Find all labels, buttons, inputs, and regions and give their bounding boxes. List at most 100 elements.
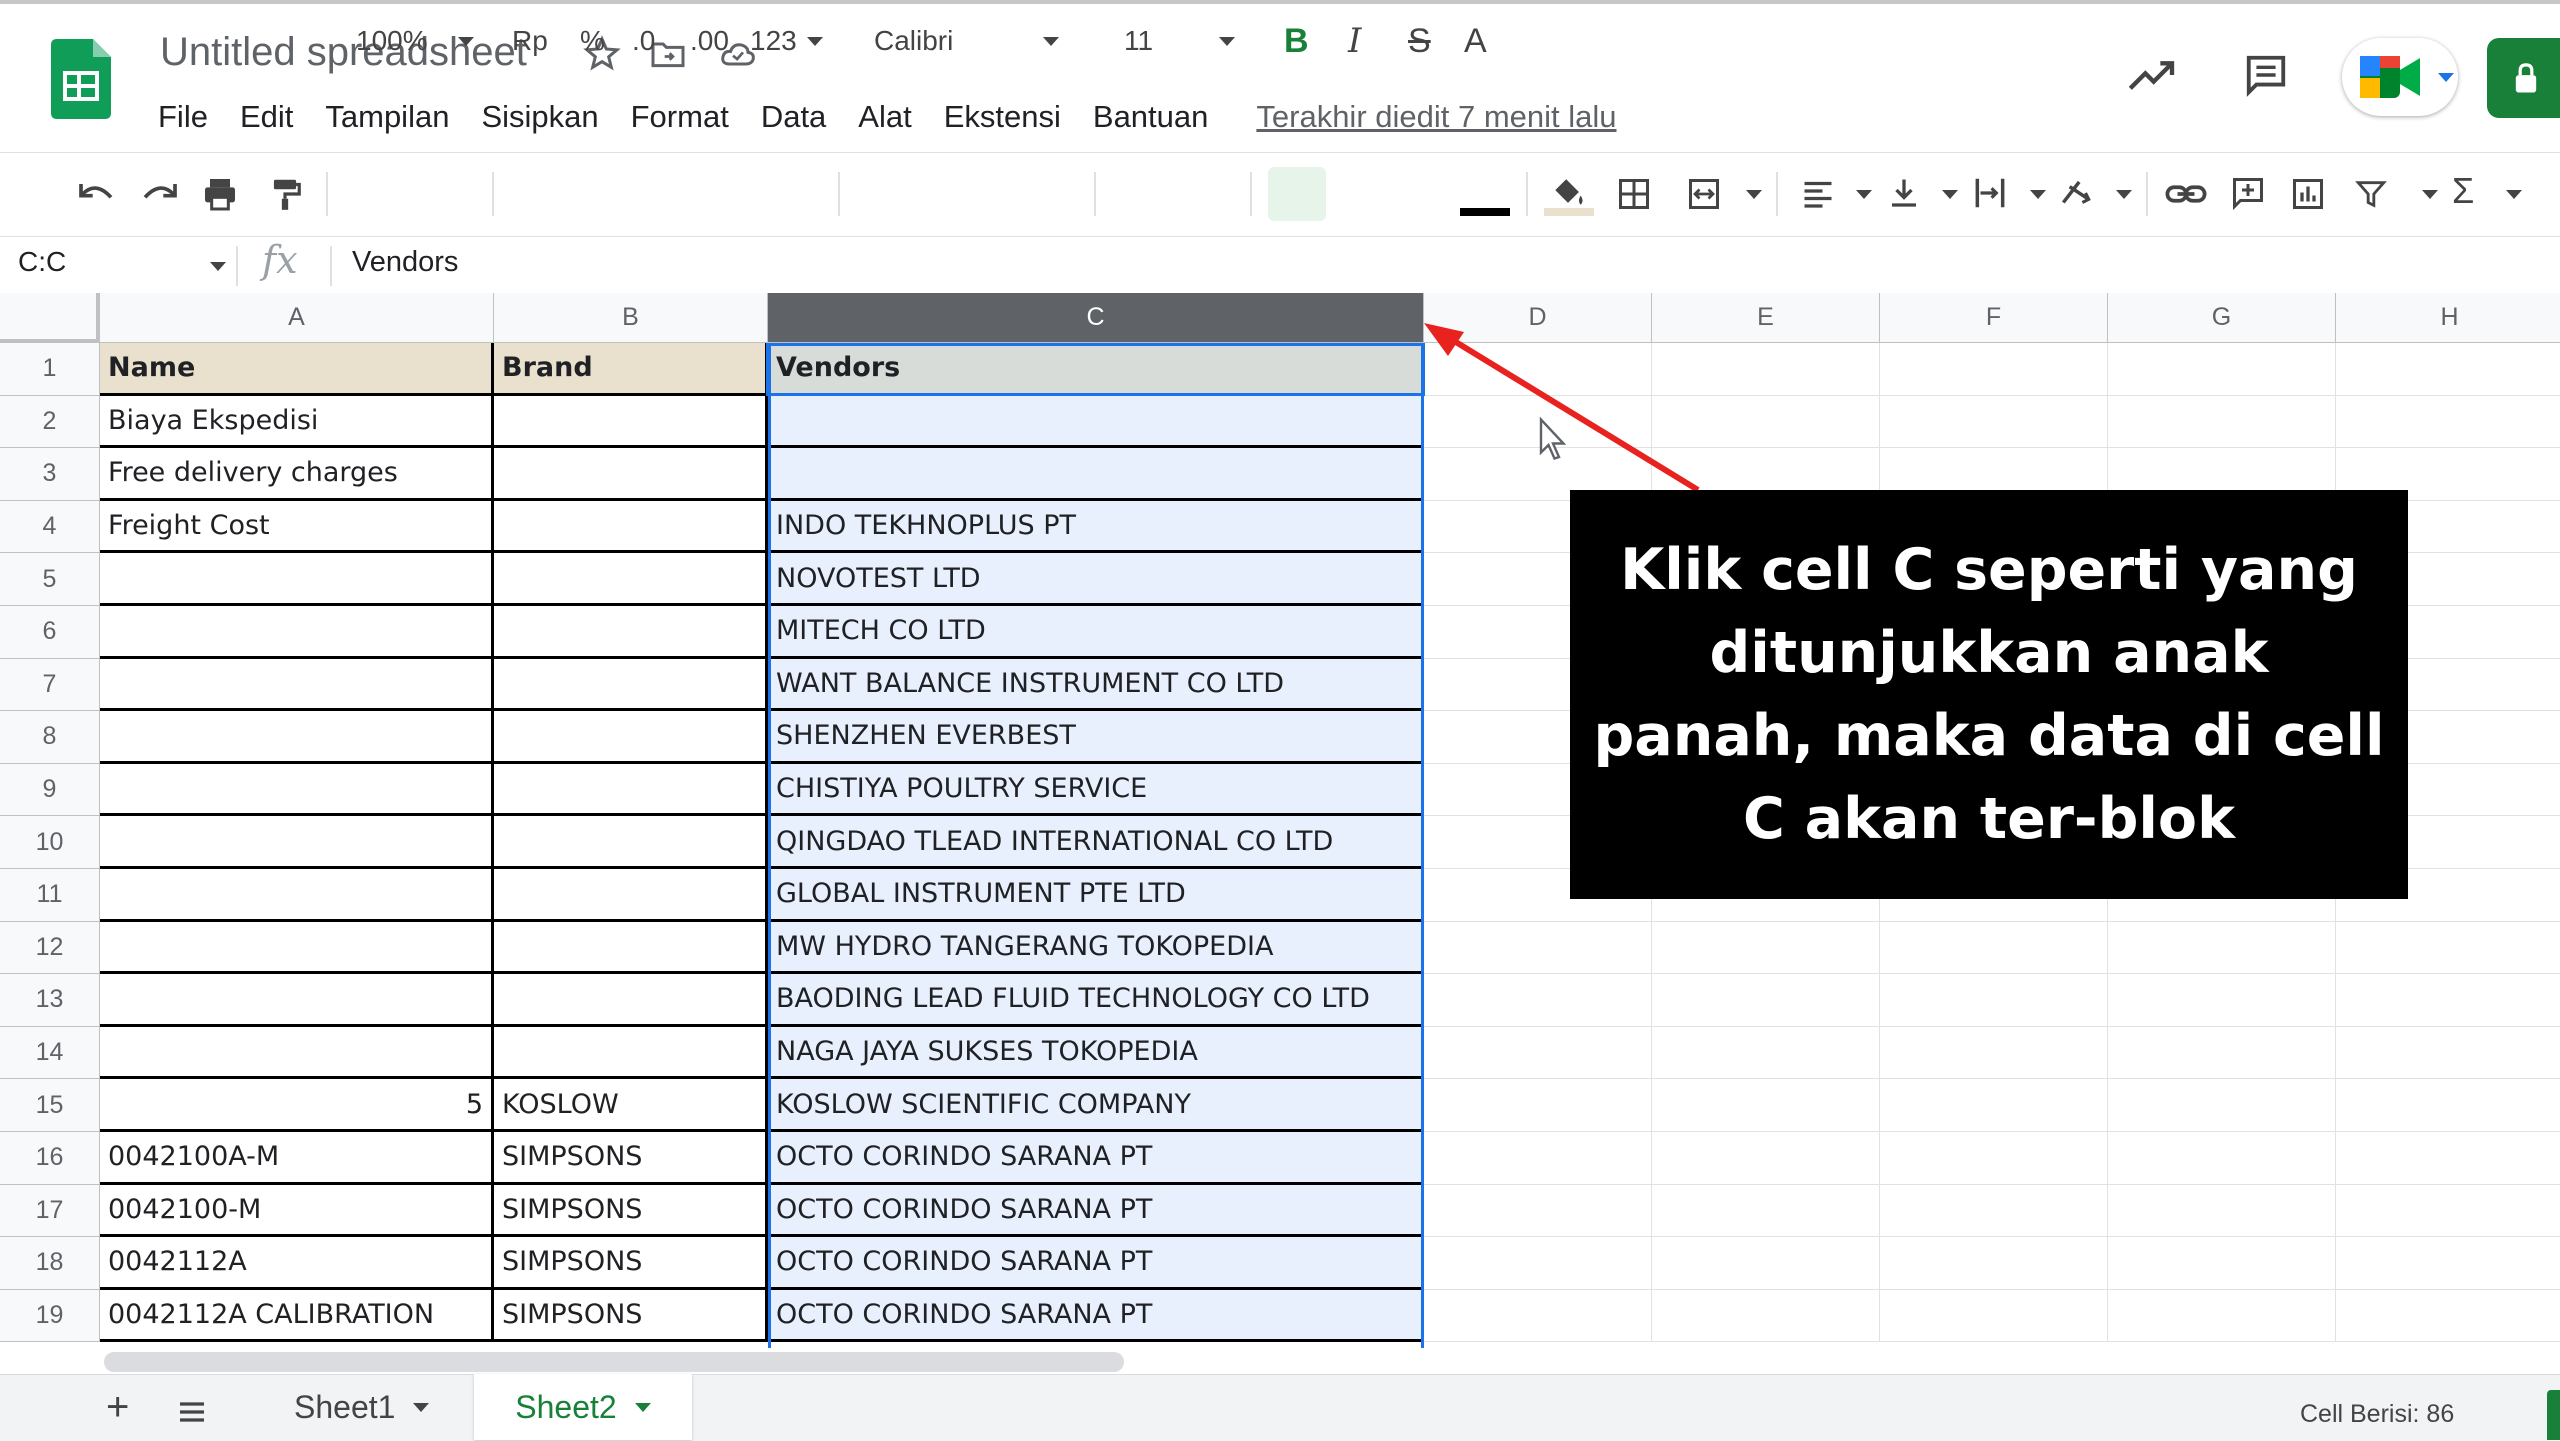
cell-d12[interactable] bbox=[1424, 921, 1652, 975]
borders-icon[interactable] bbox=[1616, 176, 1652, 212]
menu-help[interactable]: Bantuan bbox=[1093, 99, 1209, 135]
cell-h19[interactable] bbox=[2336, 1290, 2560, 1343]
row-header[interactable]: 10 bbox=[0, 816, 100, 869]
cell-f17[interactable] bbox=[1880, 1184, 2108, 1238]
select-all-corner[interactable] bbox=[0, 293, 100, 343]
cell-a12[interactable] bbox=[100, 921, 494, 975]
row-header[interactable]: 6 bbox=[0, 606, 100, 659]
cell-b2[interactable] bbox=[494, 395, 768, 449]
column-header-a[interactable]: A bbox=[100, 293, 494, 343]
cell-g2[interactable] bbox=[2108, 395, 2336, 449]
menu-tools[interactable]: Alat bbox=[858, 99, 911, 135]
row-header[interactable]: 14 bbox=[0, 1026, 100, 1080]
cell-f15[interactable] bbox=[1880, 1079, 2108, 1132]
zoom-select[interactable]: 100% bbox=[356, 0, 474, 82]
cell-f18[interactable] bbox=[1880, 1237, 2108, 1290]
cell-e12[interactable] bbox=[1652, 921, 1880, 975]
activity-trend-icon[interactable] bbox=[2127, 55, 2177, 95]
text-rotation-caret-icon[interactable] bbox=[2116, 190, 2132, 199]
paint-format-icon[interactable] bbox=[266, 174, 304, 214]
cell-e19[interactable] bbox=[1652, 1289, 1880, 1343]
comment-history-icon[interactable] bbox=[2243, 52, 2289, 98]
insert-link-icon[interactable] bbox=[2164, 176, 2208, 212]
cell-g1[interactable] bbox=[2108, 343, 2336, 396]
cell-h13[interactable] bbox=[2336, 974, 2560, 1027]
tab-sheet1[interactable]: Sheet1 bbox=[294, 1374, 430, 1440]
cell-b10[interactable] bbox=[494, 816, 768, 869]
cell-f2[interactable] bbox=[1880, 395, 2108, 449]
cell-c3[interactable] bbox=[768, 448, 1424, 501]
cell-b19[interactable]: SIMPSONS bbox=[494, 1289, 768, 1343]
row-header[interactable]: 11 bbox=[0, 869, 100, 922]
cell-g15[interactable] bbox=[2108, 1079, 2336, 1132]
bold-button[interactable]: B bbox=[1284, 0, 1309, 82]
cell-g16[interactable] bbox=[2108, 1132, 2336, 1185]
cell-a6[interactable] bbox=[100, 606, 494, 659]
cell-e16[interactable] bbox=[1652, 1132, 1880, 1185]
cell-a19[interactable]: 0042112A CALIBRATION bbox=[100, 1289, 494, 1343]
row-header[interactable]: 4 bbox=[0, 500, 100, 554]
text-wrap-caret-icon[interactable] bbox=[2030, 190, 2046, 199]
cell-g18[interactable] bbox=[2108, 1237, 2336, 1290]
insert-comment-icon[interactable] bbox=[2230, 174, 2266, 212]
functions-caret-icon[interactable] bbox=[2506, 190, 2522, 199]
menu-edit[interactable]: Edit bbox=[240, 99, 293, 135]
cell-f1[interactable] bbox=[1880, 343, 2108, 396]
cell-e14[interactable] bbox=[1652, 1026, 1880, 1080]
cell-b7[interactable] bbox=[494, 658, 768, 712]
font-family-select[interactable]: Calibri bbox=[874, 0, 1060, 82]
cell-h18[interactable] bbox=[2336, 1237, 2560, 1290]
vertical-align-caret-icon[interactable] bbox=[1942, 190, 1958, 199]
vertical-align-icon[interactable] bbox=[1886, 174, 1922, 212]
row-header[interactable]: 18 bbox=[0, 1237, 100, 1290]
cell-c10[interactable]: QINGDAO TLEAD INTERNATIONAL CO LTD bbox=[768, 816, 1424, 869]
cell-h16[interactable] bbox=[2336, 1132, 2560, 1185]
cell-c1[interactable]: Vendors bbox=[768, 343, 1424, 396]
meet-button[interactable] bbox=[2342, 38, 2458, 116]
cell-f13[interactable] bbox=[1880, 974, 2108, 1027]
cell-h1[interactable] bbox=[2336, 343, 2560, 396]
cell-d16[interactable] bbox=[1424, 1132, 1652, 1185]
cell-b1[interactable]: Brand bbox=[494, 343, 768, 396]
cell-e13[interactable] bbox=[1652, 974, 1880, 1027]
cell-c16[interactable]: OCTO CORINDO SARANA PT bbox=[768, 1132, 1424, 1185]
increase-decimal-button[interactable]: .00 bbox=[690, 0, 729, 82]
cell-a15[interactable]: 5 bbox=[100, 1079, 494, 1132]
column-header-g[interactable]: G bbox=[2108, 293, 2336, 343]
cell-c14[interactable]: NAGA JAYA SUKSES TOKOPEDIA bbox=[768, 1026, 1424, 1080]
cell-b3[interactable] bbox=[494, 448, 768, 501]
sheets-logo-icon[interactable] bbox=[51, 39, 111, 119]
cell-b13[interactable] bbox=[494, 974, 768, 1027]
column-header-f[interactable]: F bbox=[1880, 293, 2108, 343]
insert-chart-icon[interactable] bbox=[2290, 176, 2326, 212]
all-sheets-icon[interactable] bbox=[176, 1398, 208, 1426]
cell-c8[interactable]: SHENZHEN EVERBEST bbox=[768, 711, 1424, 764]
cell-a17[interactable]: 0042100-M bbox=[100, 1184, 494, 1238]
cell-b16[interactable]: SIMPSONS bbox=[494, 1132, 768, 1185]
cell-d14[interactable] bbox=[1424, 1026, 1652, 1080]
cell-h14[interactable] bbox=[2336, 1027, 2560, 1080]
row-header[interactable]: 19 bbox=[0, 1289, 100, 1343]
cell-d19[interactable] bbox=[1424, 1289, 1652, 1343]
cell-b14[interactable] bbox=[494, 1026, 768, 1080]
cell-c5[interactable]: NOVOTEST LTD bbox=[768, 553, 1424, 606]
merge-cells-icon[interactable] bbox=[1684, 176, 1724, 212]
cell-f19[interactable] bbox=[1880, 1289, 2108, 1343]
align-left-icon[interactable] bbox=[1800, 176, 1836, 212]
cell-c18[interactable]: OCTO CORINDO SARANA PT bbox=[768, 1237, 1424, 1290]
cell-a16[interactable]: 0042100A-M bbox=[100, 1132, 494, 1185]
cell-a10[interactable] bbox=[100, 816, 494, 869]
last-edit-link[interactable]: Terakhir diedit 7 menit lalu bbox=[1256, 99, 1616, 135]
cell-b15[interactable]: KOSLOW bbox=[494, 1079, 768, 1132]
cell-a13[interactable] bbox=[100, 974, 494, 1027]
menu-data[interactable]: Data bbox=[761, 99, 826, 135]
menu-insert[interactable]: Sisipkan bbox=[481, 99, 598, 135]
menu-view[interactable]: Tampilan bbox=[325, 99, 449, 135]
row-header[interactable]: 12 bbox=[0, 921, 100, 975]
percent-format-button[interactable]: % bbox=[580, 0, 605, 82]
cell-b4[interactable] bbox=[494, 500, 768, 554]
row-header[interactable]: 1 bbox=[0, 343, 100, 396]
row-header[interactable]: 5 bbox=[0, 553, 100, 606]
row-header[interactable]: 13 bbox=[0, 974, 100, 1027]
name-box[interactable]: C:C bbox=[18, 246, 66, 278]
